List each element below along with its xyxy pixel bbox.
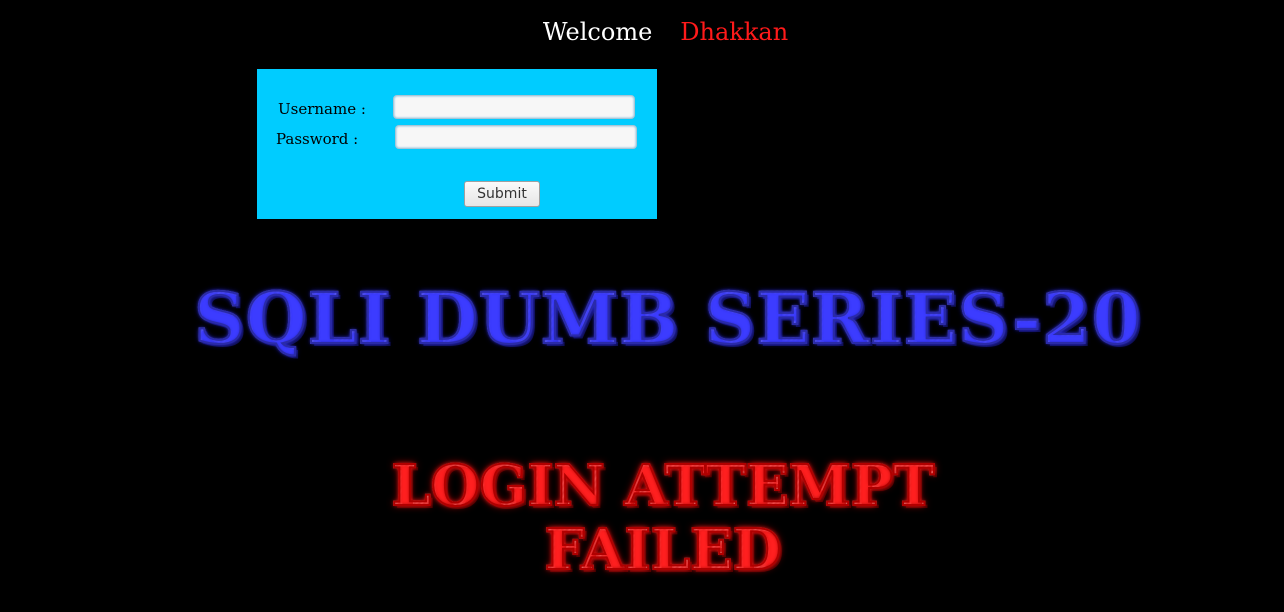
username-input[interactable] (393, 95, 635, 119)
password-label: Password : (276, 130, 359, 148)
series-title-banner: SQLI DUMB SERIES-20 (98, 283, 1238, 355)
user-name: Dhakkan (680, 18, 789, 46)
welcome-text: Welcome (542, 18, 653, 46)
login-failed-message: LOGIN ATTEMPT FAILED (300, 453, 1026, 583)
welcome-header: Welcome Dhakkan (0, 18, 1284, 46)
password-input[interactable] (395, 125, 637, 149)
submit-button[interactable]: Submit (464, 181, 540, 207)
login-form: Username : Password : Submit (257, 69, 657, 219)
username-label: Username : (278, 100, 366, 118)
